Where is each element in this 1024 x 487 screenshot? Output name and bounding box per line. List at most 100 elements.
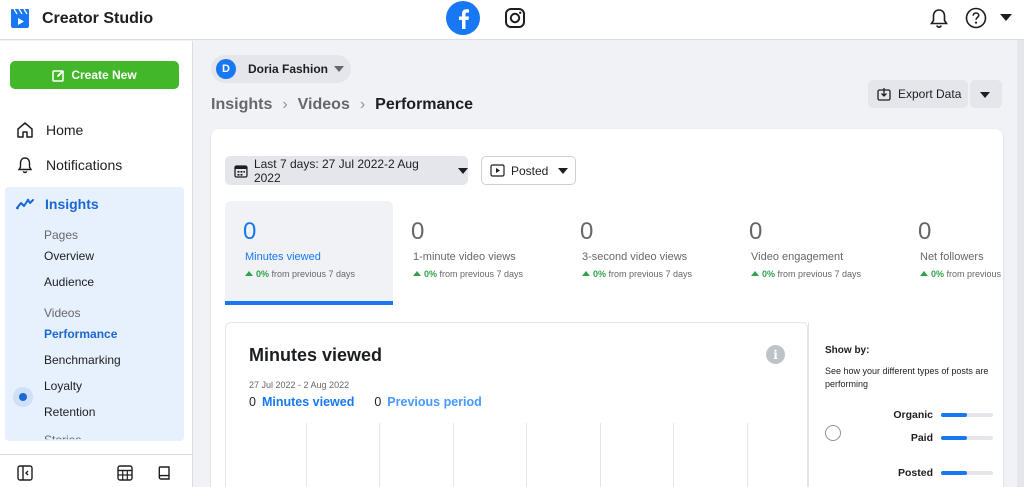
show-by-description: See how your different types of posts ar… [825,366,989,389]
metric-value: 0 [749,218,763,245]
collapse-sidebar-icon[interactable] [16,464,34,482]
metric-change: 0% from previous 7 days [413,269,523,279]
metric-change: 0% from previous 7 days [920,269,1003,279]
export-data-button[interactable]: Export Data [868,80,968,108]
page-name: Doria Fashion [248,62,329,76]
insights-card: Last 7 days: 27 Jul 2022-2 Aug 2022 Post… [211,129,1003,487]
chevron-right-icon: › [359,96,366,113]
page-scrollbar[interactable] [1017,40,1024,487]
legend-current-period[interactable]: Minutes viewed [262,395,354,409]
sidebar: Create New Home Notifications Insights P… [0,41,193,487]
calendar-icon [234,164,248,178]
create-new-button[interactable]: Create New [10,61,179,89]
arrow-up-icon [245,271,253,276]
videos-heading: Videos [44,306,81,320]
metric-tab-net-followers[interactable]: 0 Net followers 0% from previous 7 days [900,201,1003,305]
page-selector[interactable]: D Doria Fashion [211,55,351,83]
sidebar-item-performance[interactable]: Performance [44,327,117,341]
show-by-label: Organic [893,409,933,421]
breadcrumb-insights[interactable]: Insights [211,96,272,114]
brand[interactable]: Creator Studio [10,8,153,30]
post-type-label: Posted [511,163,549,178]
chart-gridline [600,423,601,487]
metric-change: 0% from previous 7 days [751,269,861,279]
bell-icon[interactable] [928,7,950,29]
sidebar-item-loyalty[interactable]: Loyalty [44,379,82,393]
export-options-button[interactable] [970,80,1002,108]
metric-value: 0 [411,218,425,245]
chart-gridline [673,423,674,487]
metric-value: 0 [918,218,932,245]
metric-label: Video engagement [751,251,844,263]
current-value: 0 [249,395,256,409]
chart-gridline [526,423,527,487]
sidebar-item-retention[interactable]: Retention [44,405,95,419]
show-by-title: Show by: [825,345,870,356]
chart-title: Minutes viewed [249,345,383,365]
metric-tab-video-engagement[interactable]: 0 Video engagement 0% from previous 7 da… [731,201,899,305]
show-by-radio[interactable] [825,425,841,441]
instagram-icon[interactable] [504,7,526,29]
sidebar-item-label: Home [46,122,84,138]
chart-panel: Minutes viewed i 27 Jul 2022 - 2 Aug 202… [225,322,808,487]
metric-tab-minutes-viewed[interactable]: 0 Minutes viewed 0% from previous 7 days [225,201,393,305]
chart-date-range: 27 Jul 2022 - 2 Aug 2022 [249,380,350,390]
arrow-up-icon [920,271,928,276]
page-title: Performance [375,96,473,113]
show-by-row-paid: Paid [911,432,993,444]
previous-value: 0 [374,395,382,409]
metric-label: Net followers [920,251,984,263]
calendar-grid-icon[interactable] [116,464,134,482]
metric-tab-1-minute-views[interactable]: 0 1-minute video views 0% from previous … [393,201,561,305]
chevron-down-icon [458,167,468,174]
arrow-up-icon [751,271,759,276]
avatar: D [216,59,236,79]
metric-label: 1-minute video views [413,251,516,263]
metric-value: 0 [580,218,594,245]
chevron-down-icon [334,66,345,72]
date-range-filter[interactable]: Last 7 days: 27 Jul 2022-2 Aug 2022 [225,156,468,185]
video-icon [490,164,505,177]
chart-gridline [453,423,454,487]
book-icon[interactable] [156,464,174,482]
insights-section: Insights Pages Overview Audience Videos … [5,187,184,441]
show-by-row-organic: Organic [893,409,993,421]
date-range-label: Last 7 days: 27 Jul 2022-2 Aug 2022 [253,156,419,185]
show-by-label: Paid [910,432,933,444]
info-icon[interactable]: i [766,345,785,364]
chart-gridline [379,423,380,487]
selection-indicator-icon [13,387,33,407]
sidebar-item-home[interactable]: Home [16,121,83,139]
chart-gridline [747,423,748,487]
breadcrumb-videos[interactable]: Videos [298,96,350,114]
sidebar-item-label: Notifications [46,157,123,173]
sidebar-item-benchmarking[interactable]: Benchmarking [44,353,121,367]
chevron-down-icon [558,167,569,174]
sidebar-footer [0,454,193,487]
sidebar-item-insights[interactable]: Insights [16,195,99,213]
bell-icon [17,157,33,174]
home-icon [17,122,33,138]
metric-change: 0% from previous 7 days [245,269,355,279]
account-menu-caret-icon[interactable] [1000,14,1012,21]
sidebar-item-overview[interactable]: Overview [44,249,94,263]
sidebar-item-audience[interactable]: Audience [44,275,94,289]
sidebar-item-label: Insights [45,196,99,212]
chart-gridline [306,423,307,487]
help-icon[interactable] [965,7,987,29]
facebook-icon[interactable] [446,1,480,35]
show-by-panel: Show by: See how your different types of… [808,322,1003,487]
stories-heading: Stories [44,433,82,447]
create-new-label: Create New [71,68,137,82]
share-bar [941,413,993,417]
metric-tab-3-second-views[interactable]: 0 3-second video views 0% from previous … [562,201,730,305]
pages-heading: Pages [44,228,79,242]
show-by-label: Posted [897,467,933,479]
post-type-filter[interactable]: Posted [481,156,576,185]
chart-legend: 0 Minutes viewed 0 Previous period [249,395,482,409]
chevron-down-icon [980,92,990,98]
download-icon [877,88,891,101]
metric-label: 3-second video views [582,251,688,263]
legend-previous-period[interactable]: Previous period [387,395,481,409]
sidebar-item-notifications[interactable]: Notifications [16,156,122,174]
